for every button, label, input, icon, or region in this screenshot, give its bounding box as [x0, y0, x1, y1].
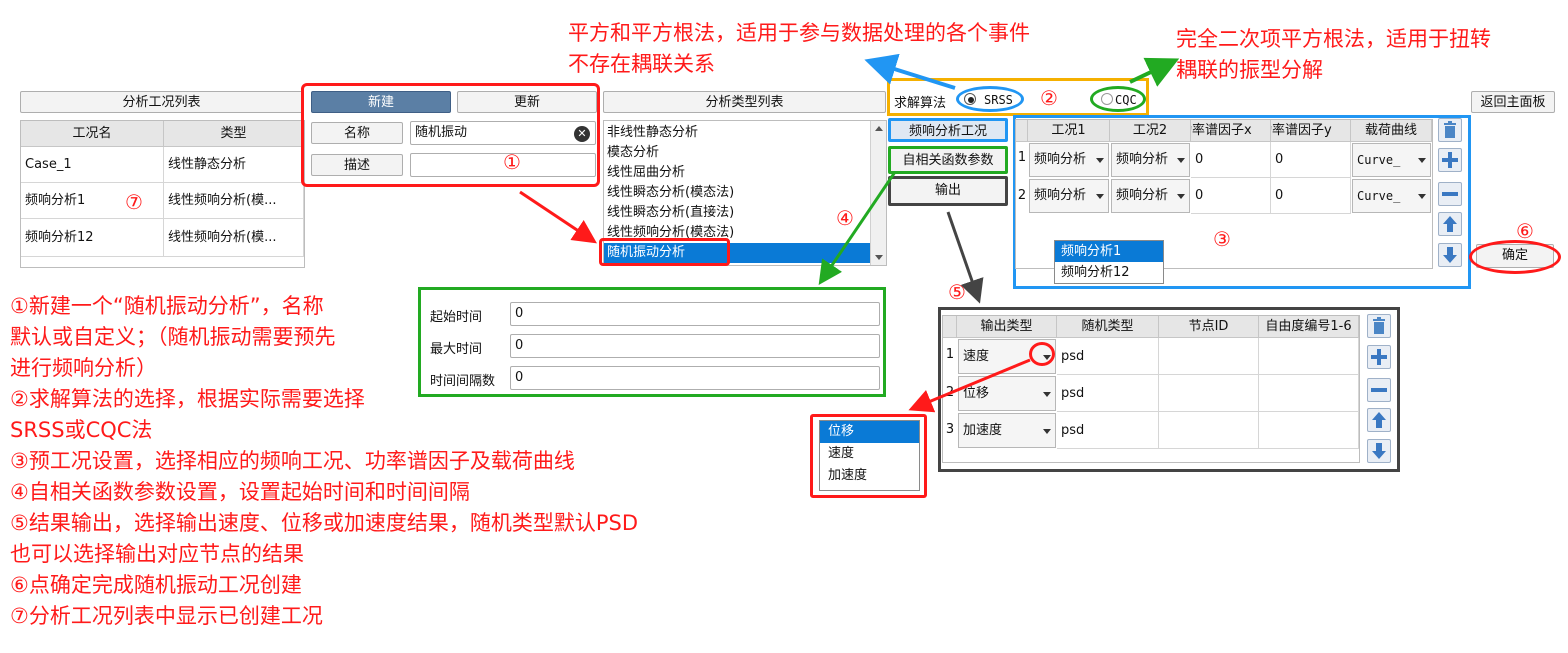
step-line: ②求解算法的选择，根据实际需要选择	[10, 387, 365, 411]
srss-note-line2: 不存在耦联关系	[568, 52, 715, 76]
arrow-new-to-random	[519, 190, 597, 244]
arrow-srss-note	[864, 53, 956, 90]
arrow-output-dropdown	[908, 358, 1031, 413]
step-line: SRSS或CQC法	[10, 418, 153, 442]
step-line: ④自相关函数参数设置，设置起始时间和时间间隔	[10, 480, 470, 504]
srss-note-line1: 平方和平方根法，适用于参与数据处理的各个事件	[568, 21, 1030, 45]
step-line: 也可以选择输出对应节点的结果	[10, 542, 304, 566]
step-line: ⑥点确定完成随机振动工况创建	[10, 573, 302, 597]
cqc-note-line1: 完全二次项平方根法，适用于扭转	[1176, 27, 1491, 51]
step-line: ①新建一个“随机振动分析”，名称	[10, 294, 324, 318]
cqc-note-line2: 耦联的振型分解	[1176, 58, 1323, 82]
arrow-cqc-note	[1129, 57, 1180, 87]
instruction-steps: ①新建一个“随机振动分析”，名称 默认或自定义；（随机振动需要预先 进行频响分析…	[10, 291, 638, 632]
step-line: 进行频响分析）	[10, 356, 157, 380]
step-line: ⑦分析工况列表中显示已创建工况	[10, 604, 323, 628]
step-line: ③预工况设置，选择相应的频响工况、功率谱因子及载荷曲线	[10, 449, 575, 473]
step-line: ⑤结果输出，选择输出速度、位移或加速度结果，随机类型默认PSD	[10, 511, 638, 535]
arrow-output	[946, 211, 984, 304]
step-line: 默认或自定义；（随机振动需要预先	[10, 325, 336, 349]
arrow-autocorr	[818, 171, 897, 285]
